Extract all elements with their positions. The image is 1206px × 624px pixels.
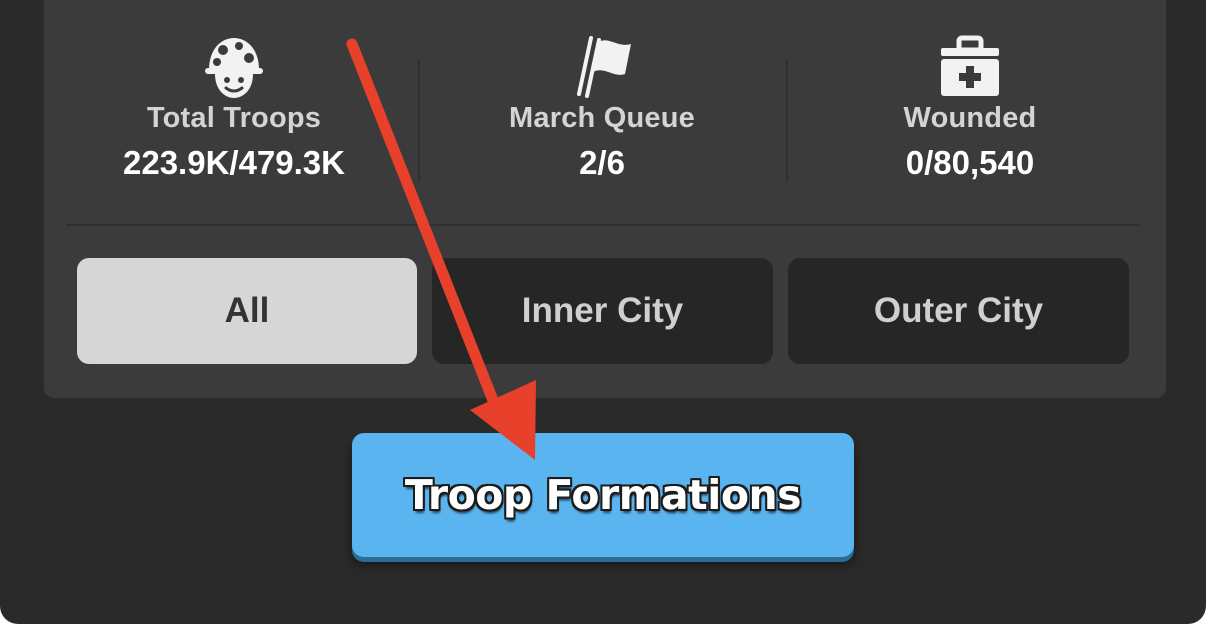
stat-value: 223.9K/479.3K — [123, 144, 345, 181]
stat-label: Wounded — [903, 102, 1037, 134]
stat-total-troops: Total Troops 223.9K/479.3K — [84, 34, 384, 194]
stat-divider — [786, 60, 788, 182]
troop-stats-row: Total Troops 223.9K/479.3K March Queue 2… — [44, 0, 1166, 208]
tab-label: Outer City — [873, 291, 1044, 330]
troops-screen: Total Troops 223.9K/479.3K March Queue 2… — [0, 0, 1206, 624]
troop-formations-label: Troop Formations — [404, 471, 802, 519]
stat-label: March Queue — [509, 102, 695, 134]
stat-divider — [418, 60, 420, 182]
soldier-helmet-icon — [205, 38, 263, 98]
tab-all[interactable]: All — [77, 258, 417, 364]
section-divider — [66, 224, 1140, 226]
medical-kit-icon — [941, 35, 999, 96]
stat-value: 2/6 — [579, 144, 625, 181]
tab-label: Inner City — [521, 291, 684, 330]
stat-march-queue: March Queue 2/6 — [452, 34, 752, 194]
stat-value: 0/80,540 — [905, 144, 1035, 181]
stat-wounded: Wounded 0/80,540 — [820, 34, 1120, 194]
flag-icon — [577, 36, 631, 98]
tab-label: All — [224, 291, 270, 330]
stat-label: Total Troops — [146, 102, 322, 134]
troops-panel: Total Troops 223.9K/479.3K March Queue 2… — [44, 0, 1166, 398]
tab-inner-city[interactable]: Inner City — [432, 258, 773, 364]
troop-formations-button[interactable]: Troop Formations — [352, 433, 854, 557]
tab-outer-city[interactable]: Outer City — [788, 258, 1129, 364]
